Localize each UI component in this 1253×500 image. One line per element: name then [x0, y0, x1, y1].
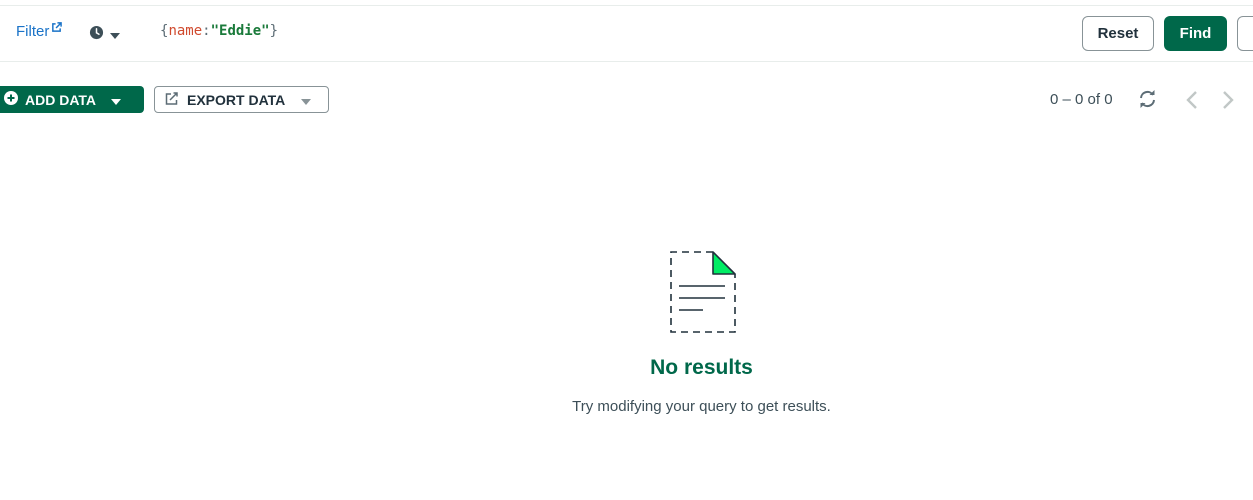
- chevron-left-icon[interactable]: [1186, 91, 1198, 114]
- caret-down-icon: [110, 26, 120, 44]
- query-bar: Filter {name:"Eddie"} Reset Find: [0, 6, 1253, 62]
- export-data-label: EXPORT DATA: [187, 91, 286, 108]
- export-icon: [165, 91, 179, 108]
- history-clock-icon: [89, 25, 104, 45]
- reset-button[interactable]: Reset: [1082, 16, 1154, 51]
- query-input[interactable]: {name:"Eddie"}: [160, 23, 278, 39]
- query-separator: :: [202, 23, 211, 39]
- export-data-button[interactable]: EXPORT DATA: [154, 86, 329, 113]
- caret-down-icon: [301, 92, 312, 108]
- query-value: "Eddie": [210, 23, 270, 39]
- empty-document-icon: [668, 250, 738, 339]
- empty-state-title: No results: [650, 356, 753, 379]
- find-button[interactable]: Find: [1164, 16, 1227, 51]
- options-button[interactable]: [1237, 16, 1253, 51]
- pagination-range: 0 – 0 of 0: [1050, 91, 1113, 108]
- plus-circle-icon: [4, 91, 18, 108]
- query-close-brace: }: [269, 23, 279, 39]
- add-data-label: ADD DATA: [25, 91, 97, 108]
- add-data-button[interactable]: ADD DATA: [0, 86, 144, 113]
- filter-link[interactable]: Filter: [16, 20, 63, 40]
- chevron-right-icon[interactable]: [1222, 91, 1234, 114]
- refresh-icon[interactable]: [1138, 90, 1157, 113]
- query-history-button[interactable]: [89, 25, 120, 45]
- empty-state-description: Try modifying your query to get results.: [572, 398, 831, 415]
- query-key: name: [168, 23, 203, 39]
- filter-label: Filter: [16, 23, 50, 40]
- caret-down-icon: [111, 92, 122, 108]
- external-link-icon: [51, 20, 63, 37]
